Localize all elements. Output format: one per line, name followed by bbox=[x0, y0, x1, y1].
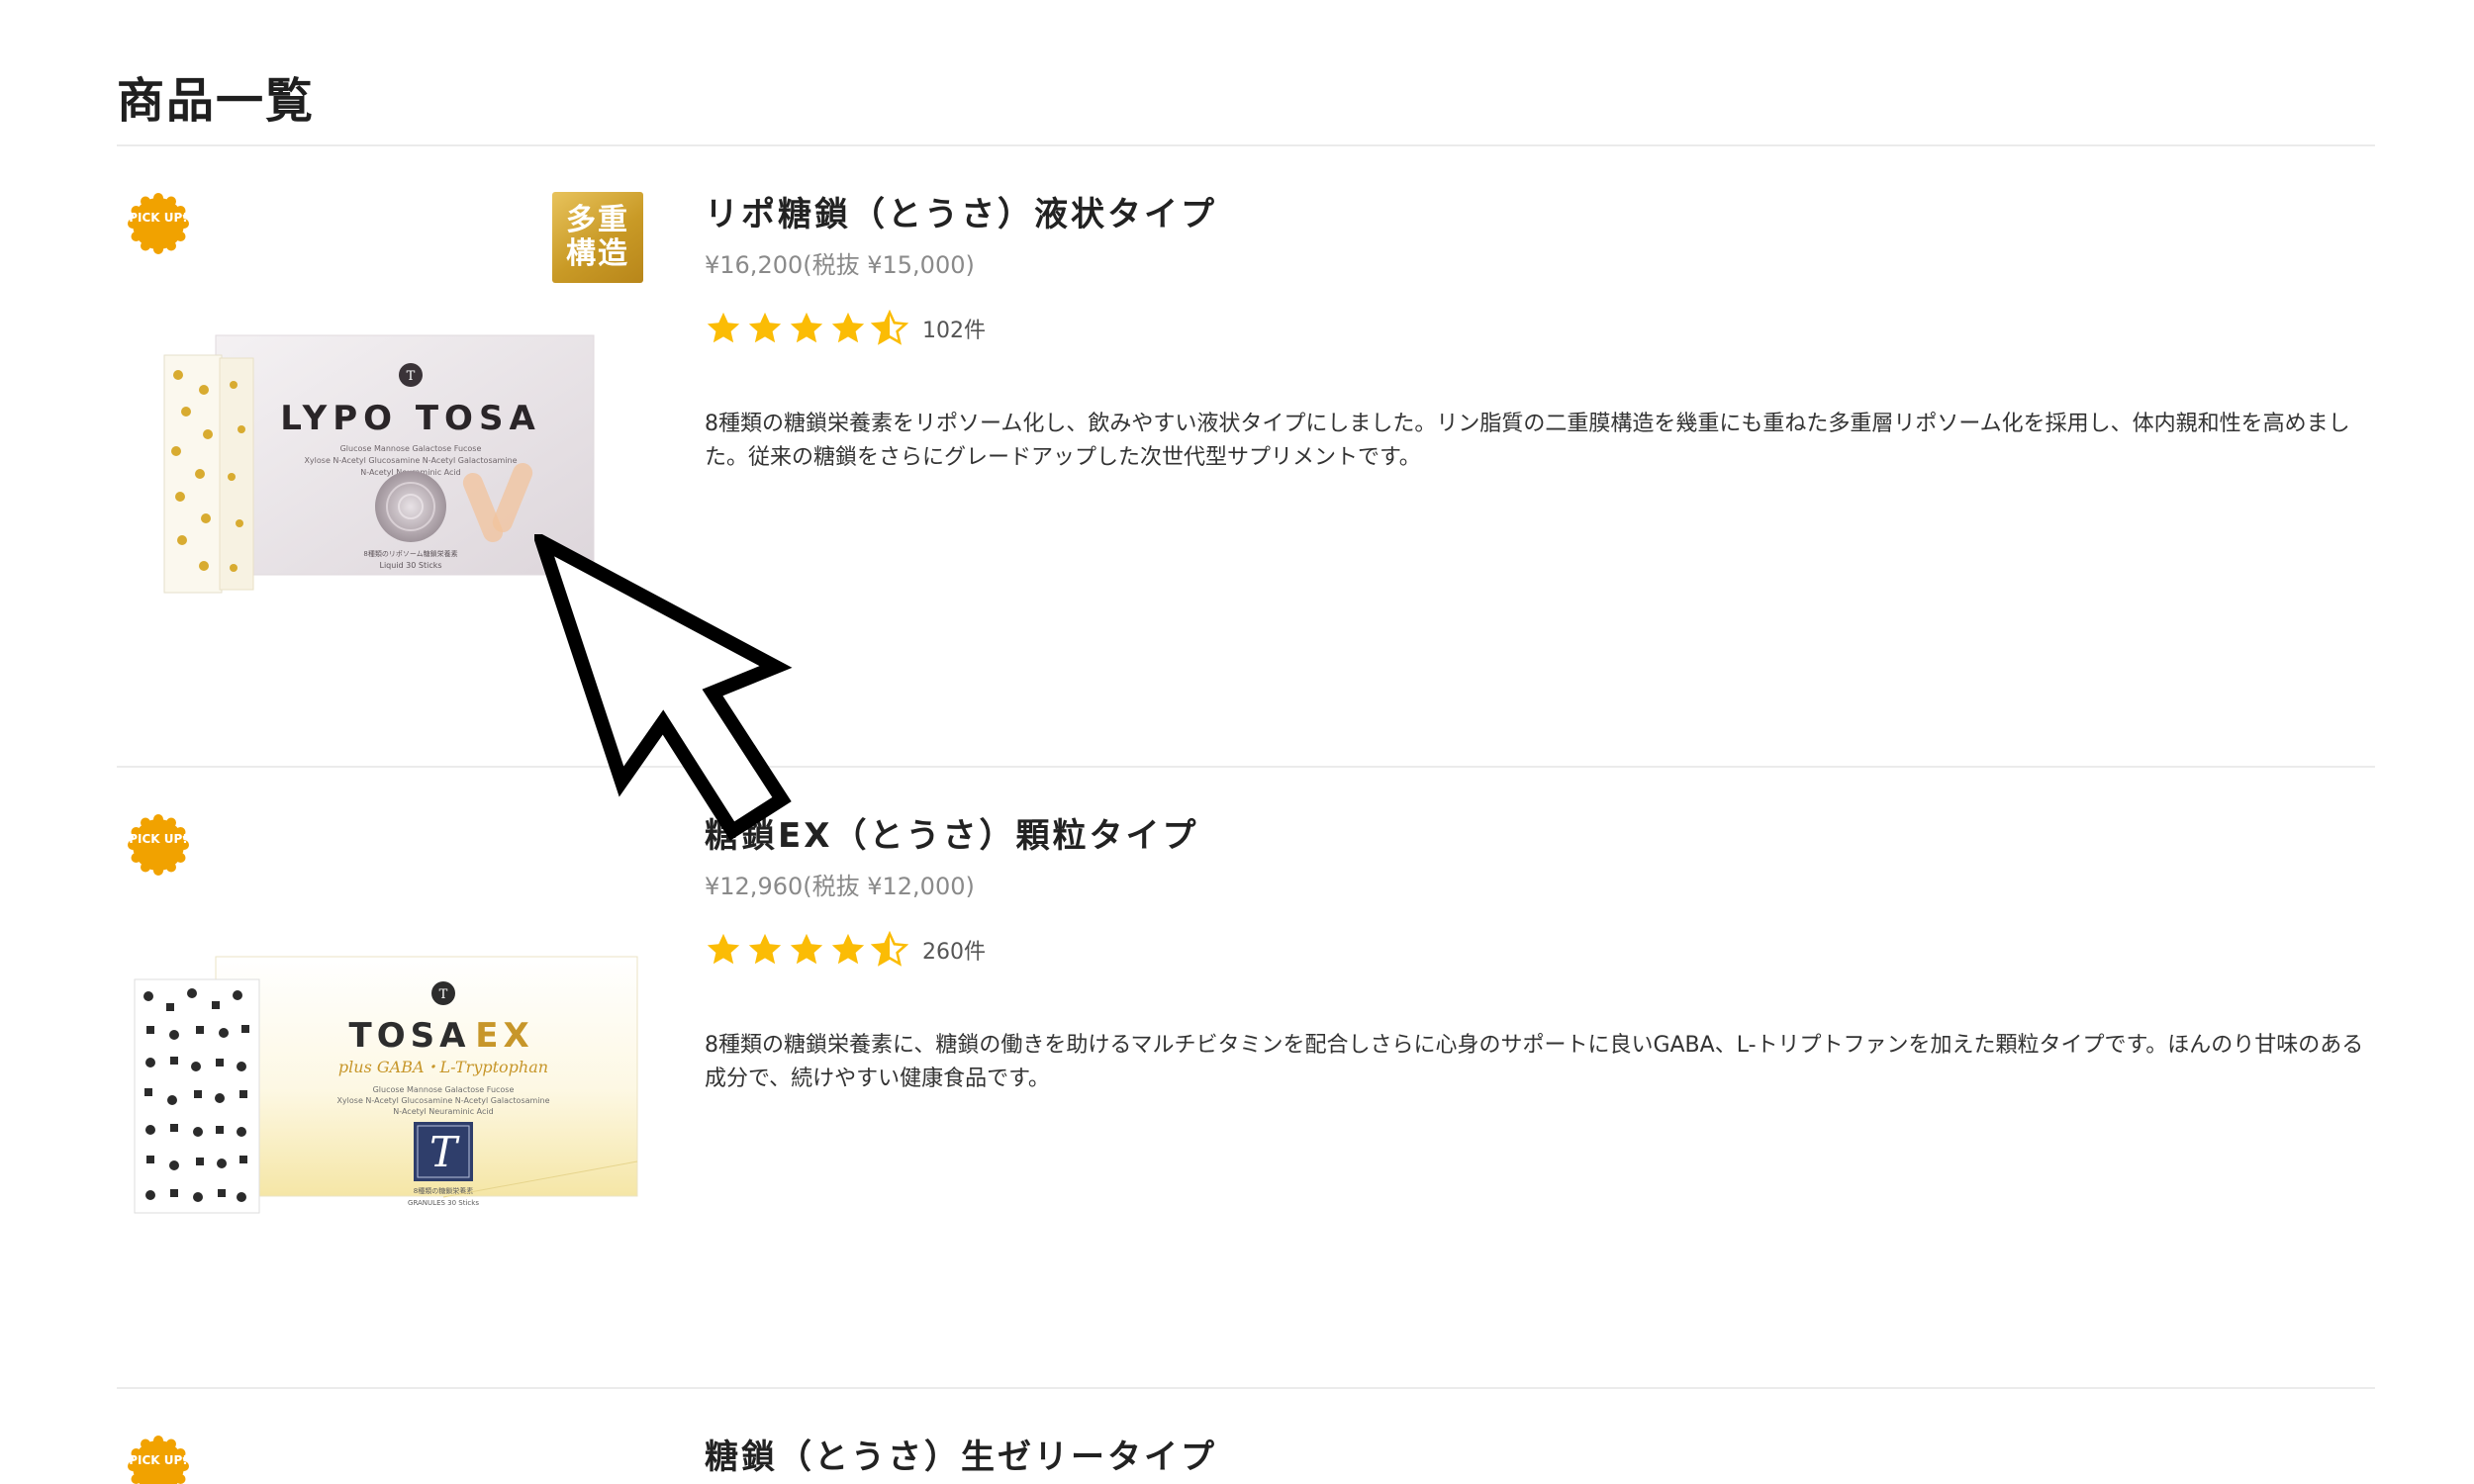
feature-badge-line: 多重 bbox=[566, 203, 629, 237]
review-count[interactable]: 260件 bbox=[922, 934, 986, 966]
product-card[interactable]: T TOSA EX plus GABA・L-Tryptophan Glucose… bbox=[117, 813, 2375, 1427]
package-ingredients: Xylose N-Acetyl Glucosamine N-Acetyl Gal… bbox=[336, 1096, 549, 1105]
package-brand: LYPO TOSA bbox=[280, 399, 541, 438]
star-icon bbox=[831, 312, 865, 343]
star-half-icon bbox=[871, 310, 908, 345]
pickup-badge-label: PICK UP! bbox=[129, 211, 188, 225]
mouse-pointer-icon bbox=[534, 534, 793, 841]
product-rating: 102件 bbox=[705, 309, 2375, 348]
package-ingredients: N-Acetyl Neuraminic Acid bbox=[393, 1107, 493, 1116]
package-volume: Liquid 30 Sticks bbox=[379, 561, 441, 570]
review-count[interactable]: 102件 bbox=[922, 313, 986, 344]
product-info: リポ糖鎖（とうさ）液状タイプ ¥16,200(税抜 ¥15,000) 102件 … bbox=[705, 192, 2375, 497]
pickup-badge-icon: PICK UP! bbox=[128, 193, 189, 254]
star-icon bbox=[831, 933, 865, 965]
package-ingredients: Glucose Mannose Galactose Fucose bbox=[373, 1085, 515, 1094]
product-image[interactable]: T TOSA EX plus GABA・L-Tryptophan Glucose… bbox=[117, 813, 651, 1407]
product-card[interactable]: PICK UP! 糖鎖（とうさ）生ゼリータイプ bbox=[117, 1435, 2375, 1484]
pickup-badge-icon: PICK UP! bbox=[128, 1436, 189, 1484]
pickup-badge-label: PICK UP! bbox=[129, 1453, 188, 1467]
feature-badge: 多重 構造 bbox=[552, 192, 643, 283]
star-icon bbox=[748, 933, 782, 965]
package-logo-mark: T bbox=[439, 987, 448, 1002]
feature-badge-line: 構造 bbox=[566, 236, 629, 271]
product-rating: 260件 bbox=[705, 930, 2375, 970]
package-emblem: T bbox=[429, 1128, 460, 1176]
product-name[interactable]: リポ糖鎖（とうさ）液状タイプ bbox=[705, 192, 2375, 237]
package-logo-mark: T bbox=[407, 369, 416, 384]
product-list-page: 商品一覧 T LYPO TOSA Glucose Mannose Galacto… bbox=[0, 0, 2474, 1484]
star-icon bbox=[707, 933, 740, 965]
product-info: 糖鎖EX（とうさ）顆粒タイプ ¥12,960(税抜 ¥12,000) 260件 … bbox=[705, 813, 2375, 1118]
star-icon bbox=[707, 312, 740, 343]
product-description: 8種類の糖鎖栄養素をリポソーム化し、飲みやすい液状タイプにしました。リン脂質の二… bbox=[705, 412, 2350, 470]
product-price: ¥16,200(税抜 ¥15,000) bbox=[705, 251, 975, 279]
product-card[interactable]: T LYPO TOSA Glucose Mannose Galactose Fu… bbox=[117, 192, 2375, 805]
pickup-badge-label: PICK UP! bbox=[129, 832, 188, 846]
product-description: 8種類の糖鎖栄養素に、糖鎖の働きを助けるマルチビタミンを配合しさらに心身のサポー… bbox=[705, 1033, 2364, 1091]
package-volume: GRANULES 30 Sticks bbox=[408, 1199, 479, 1207]
product-info: 糖鎖（とうさ）生ゼリータイプ bbox=[705, 1435, 2375, 1480]
product-price: ¥12,960(税抜 ¥12,000) bbox=[705, 873, 975, 900]
product-name[interactable]: 糖鎖EX（とうさ）顆粒タイプ bbox=[705, 813, 2375, 859]
package-caption: 8種類の糖鎖栄養素 bbox=[414, 1186, 473, 1195]
product-name[interactable]: 糖鎖（とうさ）生ゼリータイプ bbox=[705, 1435, 2375, 1480]
package-brand-accent: EX bbox=[475, 1016, 533, 1056]
star-icon bbox=[790, 312, 823, 343]
package-ingredients: Glucose Mannose Galactose Fucose bbox=[340, 444, 482, 453]
package-caption: 8種類のリポソーム糖鎖栄養素 bbox=[363, 549, 457, 558]
package-subtitle: plus GABA・L-Tryptophan bbox=[338, 1058, 548, 1076]
divider bbox=[117, 144, 2375, 146]
star-half-icon bbox=[871, 931, 908, 967]
star-icon bbox=[790, 933, 823, 965]
page-title: 商品一覧 bbox=[117, 73, 316, 130]
package-ingredients: Xylose N-Acetyl Glucosamine N-Acetyl Gal… bbox=[304, 456, 517, 465]
divider bbox=[117, 766, 2375, 768]
package-brand: TOSA bbox=[349, 1016, 471, 1056]
star-icon bbox=[748, 312, 782, 343]
divider bbox=[117, 1387, 2375, 1389]
pickup-badge-icon: PICK UP! bbox=[128, 814, 189, 876]
